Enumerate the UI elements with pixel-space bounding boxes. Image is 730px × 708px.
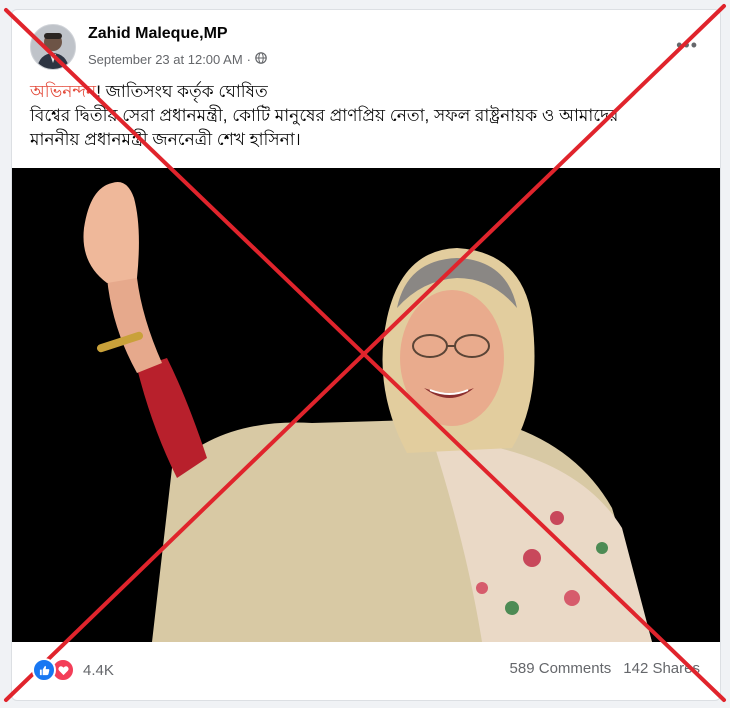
post-date[interactable]: September 23 at 12:00 AM xyxy=(88,52,243,67)
post-photo[interactable] xyxy=(12,168,720,642)
post-footer: 4.4K 589 Comments 142 Shares xyxy=(12,646,720,690)
author-name[interactable]: Zahid Maleque,MP xyxy=(88,25,228,43)
shares-count[interactable]: 142 Shares xyxy=(623,660,700,677)
post-text-line-1: অভিনন্দন! জাতিসংঘ কর্তৃক ঘোষিত xyxy=(30,80,710,104)
reactions-summary[interactable]: 4.4K xyxy=(32,658,114,682)
comments-count[interactable]: 589 Comments xyxy=(510,660,612,677)
post-text-line-3: মাননীয় প্রধানমন্ত্রী জননেত্রী শেখ হাসিন… xyxy=(30,130,301,149)
post-meta: September 23 at 12:00 AM · xyxy=(88,52,267,67)
post-card: Zahid Maleque,MP September 23 at 12:00 A… xyxy=(11,9,721,701)
post-text-highlight[interactable]: অভিনন্দন xyxy=(30,82,96,101)
post-text-line-1-rest: ! জাতিসংঘ কর্তৃক ঘোষিত xyxy=(96,82,268,101)
post-stats: 589 Comments 142 Shares xyxy=(510,660,700,677)
like-icon xyxy=(32,658,56,682)
post-text-line-2: বিশ্বের দ্বিতীয় সেরা প্রধানমন্ত্রী, কোট… xyxy=(30,106,619,125)
reaction-count: 4.4K xyxy=(83,661,114,679)
meta-separator: · xyxy=(246,52,251,67)
avatar-image xyxy=(31,25,75,69)
globe-icon[interactable] xyxy=(255,52,267,67)
author-avatar[interactable] xyxy=(30,24,76,70)
post-menu-button[interactable]: ••• xyxy=(676,36,698,54)
post-text: অভিনন্দন! জাতিসংঘ কর্তৃক ঘোষিত বিশ্বের দ… xyxy=(30,80,710,152)
post-photo-image xyxy=(12,168,720,642)
